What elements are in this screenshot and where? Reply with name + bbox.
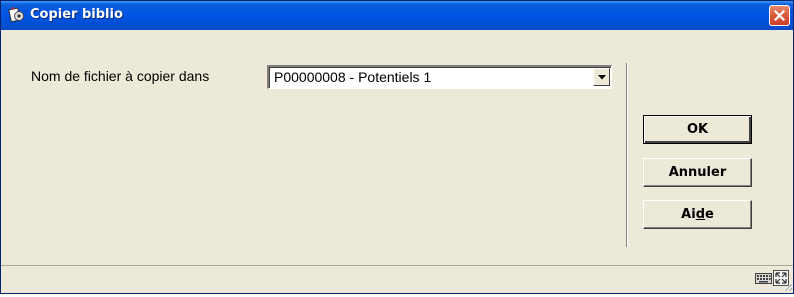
keyboard-icon[interactable] [755, 271, 773, 285]
target-file-label: Nom de fichier à copier dans [31, 68, 210, 84]
target-file-value: P00000008 - Potentiels 1 [274, 69, 432, 85]
close-button[interactable] [769, 5, 790, 26]
vertical-divider [626, 63, 628, 247]
target-file-select[interactable]: P00000008 - Potentiels 1 [267, 65, 612, 89]
help-button[interactable]: Aide [643, 200, 752, 229]
close-icon [774, 10, 785, 21]
status-bar-divider [1, 265, 793, 266]
window-title: Copier biblio [30, 7, 123, 22]
dropdown-button[interactable] [593, 68, 610, 86]
help-label-suffix: e [705, 207, 714, 222]
resize-grip-icon[interactable] [781, 279, 793, 292]
ok-button[interactable]: OK [643, 115, 752, 144]
chevron-down-icon [598, 75, 606, 80]
help-label-prefix: Ai [681, 207, 696, 222]
catalog-app-icon [8, 6, 26, 24]
cancel-button[interactable]: Annuler [643, 158, 752, 187]
help-label-mnemonic: d [695, 207, 705, 222]
title-bar[interactable]: Copier biblio [1, 1, 793, 30]
dialog-window: Copier biblio Nom de fichier à copier da… [0, 0, 794, 294]
